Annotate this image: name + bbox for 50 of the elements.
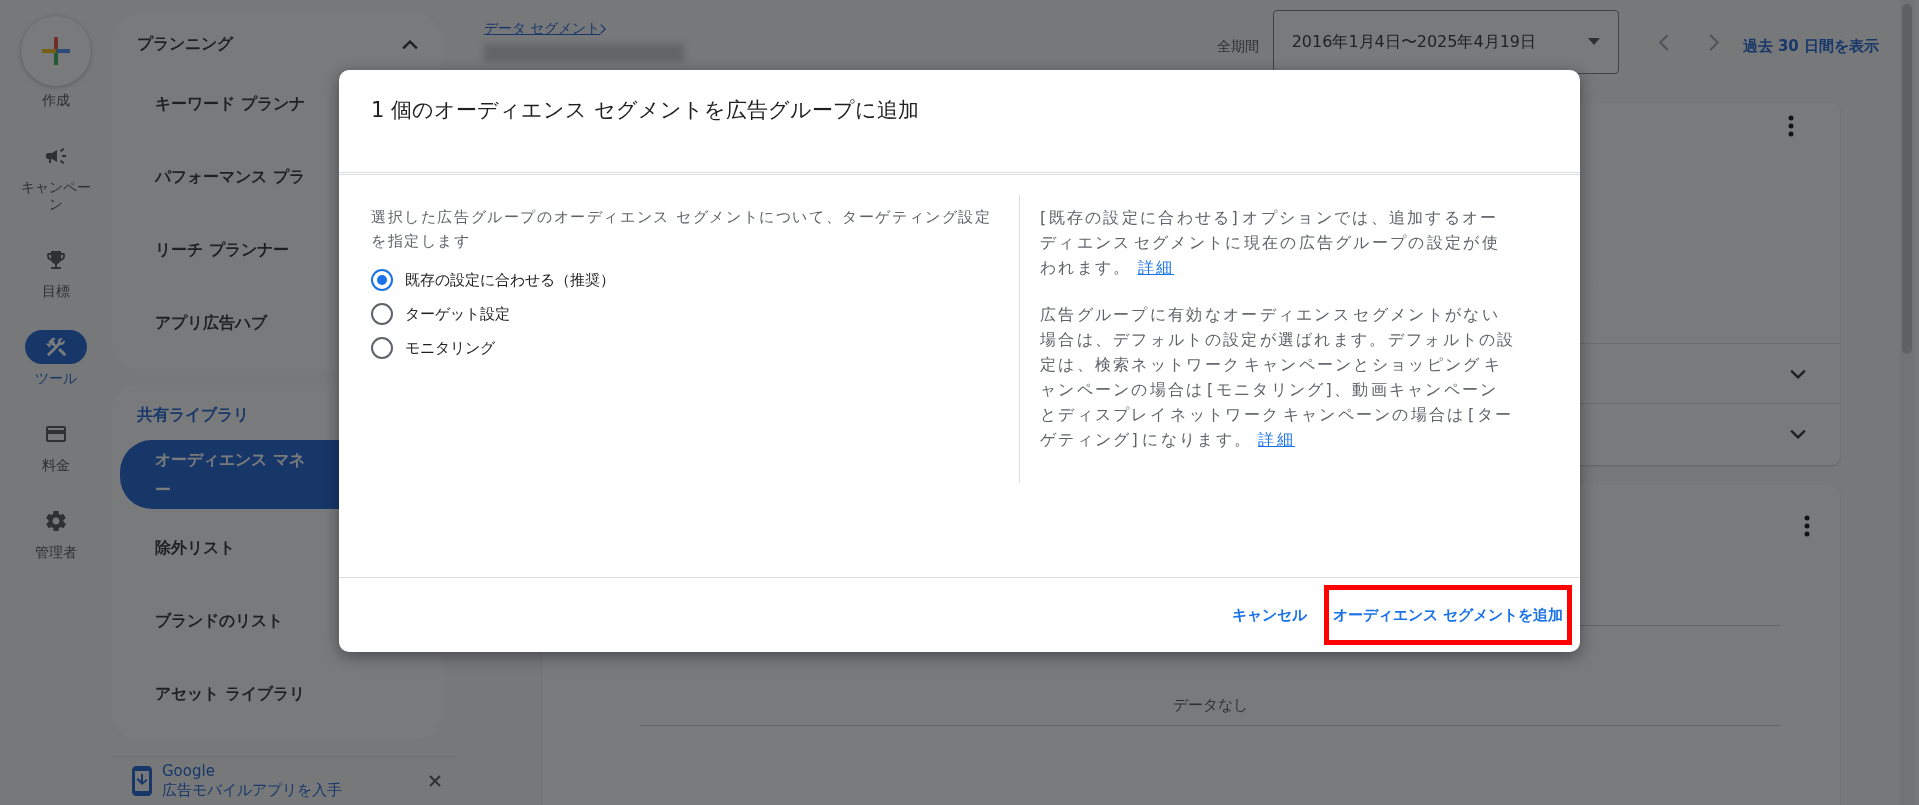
radio-button[interactable] — [371, 337, 393, 359]
breadcrumb-link[interactable]: データ セグメント — [484, 20, 1217, 38]
chevron-left-icon — [1658, 34, 1669, 51]
cancel-button[interactable]: キャンセル — [1222, 585, 1316, 645]
tools-icon — [44, 335, 68, 359]
section-title: 共有ライブラリ — [137, 405, 249, 426]
chevron-down-icon — [1790, 368, 1806, 379]
help-paragraph: [既存の設定に合わせる] オプションでは、追加するオーディエンス セグメントに現在の広告グループの設定が使われます。 詳細 — [1040, 207, 1501, 279]
radio-button[interactable] — [371, 269, 393, 291]
create-button[interactable] — [21, 16, 91, 86]
details-link[interactable]: 詳細 — [1258, 430, 1295, 449]
add-segment-button[interactable]: オーディエンス セグメントを追加 — [1323, 585, 1572, 645]
close-icon — [427, 773, 443, 789]
rail-icon-button[interactable] — [25, 330, 87, 364]
date-label: 全期間 — [1216, 38, 1259, 56]
plus-icon — [40, 35, 72, 67]
rail-label: 目標 — [42, 283, 70, 300]
trophy-icon — [44, 248, 68, 272]
more-button[interactable] — [1804, 515, 1810, 537]
nav-item[interactable]: アセット ライブラリ — [120, 659, 442, 728]
promo-text[interactable]: Google 広告モバイルアプリを入手 — [162, 762, 417, 800]
more-vert-icon — [1788, 115, 1794, 137]
radio-option[interactable]: モニタリング — [371, 331, 995, 365]
more-button[interactable] — [1788, 115, 1794, 137]
rail-label: ツール — [35, 370, 77, 387]
empty-state-text: データなし — [1172, 696, 1248, 715]
settings-icon — [44, 509, 68, 533]
radio-option[interactable]: 既存の設定に合わせる（推奨） — [371, 263, 995, 297]
rail-label: 管理者 — [35, 544, 77, 561]
radio-button[interactable] — [371, 303, 393, 325]
chevron-up-icon[interactable] — [402, 39, 418, 50]
chevron-down-icon — [1790, 428, 1806, 439]
more-vert-icon — [1804, 515, 1810, 537]
dialog-title: 1 個のオーディエンス セグメントを広告グループに追加 — [371, 97, 920, 124]
caret-icon — [1587, 38, 1600, 46]
chevron-right-icon — [1708, 34, 1719, 51]
dialog-description: 選択した広告グループのオーディエンス セグメントについて、ターゲティング設定を指定します — [371, 207, 993, 252]
details-link[interactable]: 詳細 — [1137, 258, 1175, 277]
help-paragraph: 広告グループに有効なオーディエンス セグメントがない場合は、デフォルトの設定が選ばれます。デフォルトの設定は、検索ネットワーク キャンペーンとショッピング キャンペーンの場合は [モニタリング]、動画キャンペーンとディスプレイ ネットワーク キャンペーンの場合は [ターゲティング] になります。 詳細 — [1040, 304, 1516, 451]
rail-label: 作成 — [42, 92, 70, 109]
section-title: プランニング — [137, 34, 233, 55]
date-range-dropdown[interactable]: 2016年1月4日〜2025年4月19日 — [1272, 10, 1619, 74]
chevron-right-icon — [600, 24, 607, 34]
previous-button[interactable] — [1658, 34, 1669, 51]
radio-option[interactable]: ターゲット設定 — [371, 297, 995, 331]
last-30-days-link[interactable]: 過去 30 日間を表示 — [1742, 37, 1879, 56]
next-button[interactable] — [1708, 34, 1719, 51]
phone-download-icon — [132, 766, 152, 796]
rail-label: 料金 — [42, 457, 70, 474]
rail-label: キャンペーン — [20, 179, 92, 213]
